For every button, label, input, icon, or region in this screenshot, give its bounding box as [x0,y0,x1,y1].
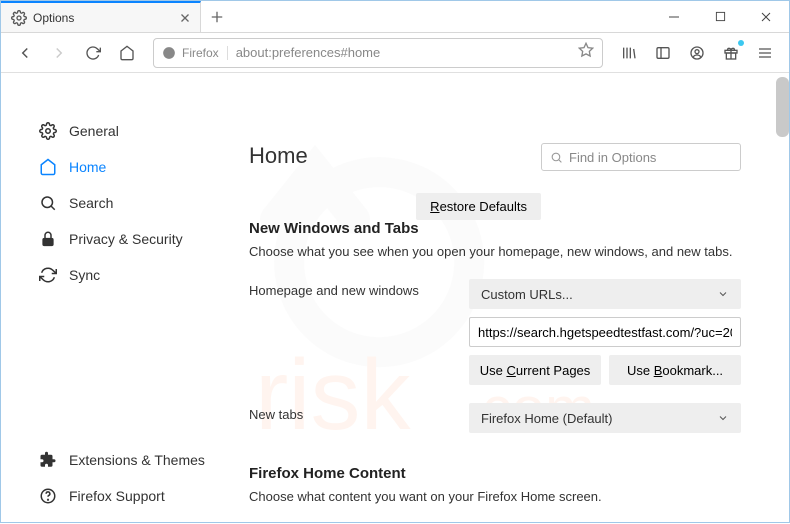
new-tab-button[interactable] [201,1,233,32]
gear-icon [39,122,57,140]
identity-label: Firefox [182,46,219,60]
find-in-options[interactable]: Find in Options [541,143,741,171]
lock-icon [39,230,57,248]
reload-button[interactable] [77,37,109,69]
url-bar[interactable]: Firefox about:preferences#home [153,38,603,68]
newtabs-select[interactable]: Firefox Home (Default) [469,403,741,433]
sidebar-item-label: Home [69,159,106,175]
menu-button[interactable] [749,37,781,69]
select-value: Custom URLs... [481,287,573,302]
sidebar-item-label: Firefox Support [69,488,165,504]
nav-toolbar: Firefox about:preferences#home [1,33,789,73]
home-button[interactable] [111,37,143,69]
sidebar-item-search[interactable]: Search [31,185,221,221]
minimize-button[interactable] [651,1,697,32]
tab-title: Options [33,11,178,25]
sidebar-item-general[interactable]: General [31,113,221,149]
search-icon [39,194,57,212]
scrollbar[interactable] [776,77,789,137]
homepage-select[interactable]: Custom URLs... [469,279,741,309]
title-bar: Options [1,1,789,33]
sidebar-item-label: Privacy & Security [69,231,183,247]
notification-dot-icon [738,40,744,46]
chevron-down-icon [717,288,729,300]
homepage-url-input[interactable] [469,317,741,347]
restore-defaults-button[interactable]: Restore Defaults [416,193,541,220]
sidebar-item-label: Search [69,195,113,211]
close-icon[interactable] [178,11,192,25]
use-bookmark-button[interactable]: Use Bookmark... [609,355,741,385]
maximize-button[interactable] [697,1,743,32]
section-description: Choose what you see when you open your h… [249,243,741,261]
url-text: about:preferences#home [228,45,578,60]
sidebar-item-label: General [69,123,119,139]
identity-box[interactable]: Firefox [162,46,228,60]
puzzle-icon [39,451,57,469]
browser-tab[interactable]: Options [1,1,201,32]
section-title: Firefox Home Content [249,465,741,482]
select-value: Firefox Home (Default) [481,411,612,426]
sidebar-item-home[interactable]: Home [31,149,221,185]
sidebar-item-label: Extensions & Themes [69,452,205,468]
sidebar-item-label: Sync [69,267,100,283]
forward-button[interactable] [43,37,75,69]
section-description: Choose what content you want on your Fir… [249,488,741,506]
firefox-icon [162,46,176,60]
use-current-pages-button[interactable]: Use Current Pages [469,355,601,385]
preferences-main: Find in Options Restore Defaults Home Ne… [221,73,789,524]
gift-button[interactable] [715,37,747,69]
preferences-sidebar: General Home Search Privacy & Security S… [1,73,221,524]
close-window-button[interactable] [743,1,789,32]
gear-icon [11,10,27,26]
chevron-down-icon [717,412,729,424]
help-icon [39,487,57,505]
search-icon [550,151,563,164]
home-icon [39,158,57,176]
find-placeholder: Find in Options [569,150,656,165]
sync-icon [39,266,57,284]
newtabs-label: New tabs [249,403,449,422]
sidebar-item-extensions[interactable]: Extensions & Themes [31,442,221,478]
library-button[interactable] [613,37,645,69]
sidebar-item-privacy[interactable]: Privacy & Security [31,221,221,257]
window-controls [651,1,789,32]
sidebar-button[interactable] [647,37,679,69]
back-button[interactable] [9,37,41,69]
bookmark-star-icon[interactable] [578,42,594,63]
section-title: New Windows and Tabs [249,220,741,237]
account-button[interactable] [681,37,713,69]
sidebar-item-sync[interactable]: Sync [31,257,221,293]
homepage-label: Homepage and new windows [249,279,449,298]
sidebar-item-support[interactable]: Firefox Support [31,478,221,514]
